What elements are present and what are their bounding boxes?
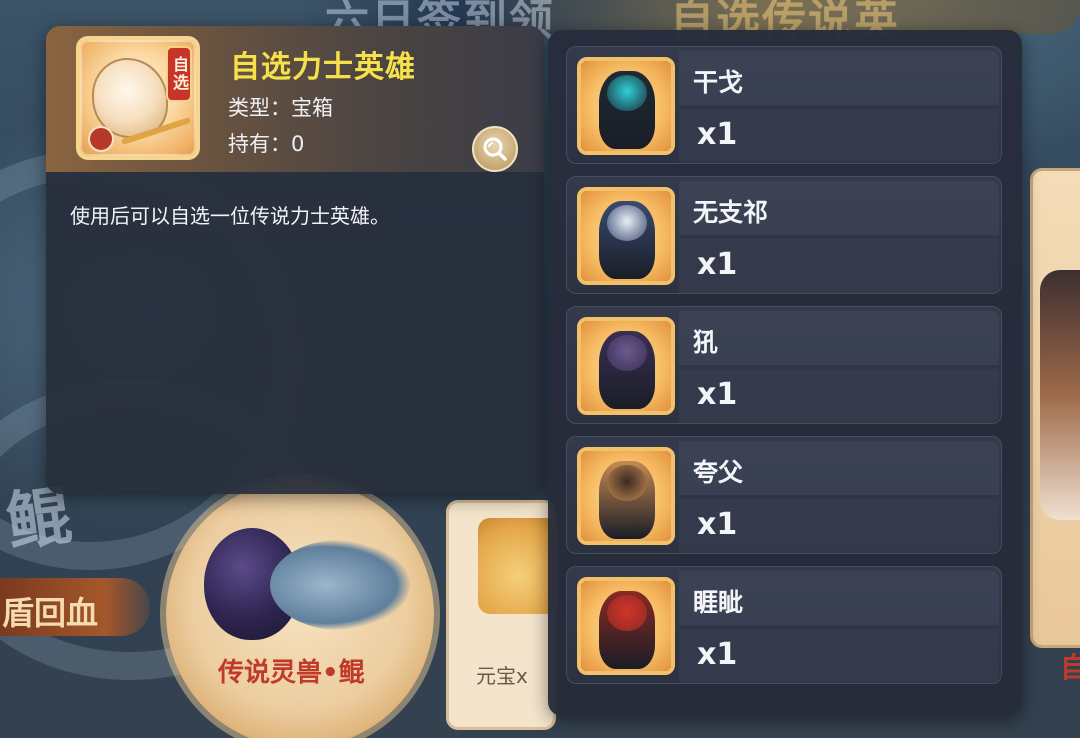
magnifier-icon	[483, 137, 507, 161]
hero-quantity: x1	[697, 117, 738, 152]
background-reward-card-label: 元宝x	[476, 664, 528, 688]
hero-head-image	[607, 75, 647, 111]
item-icon: 自选	[76, 36, 200, 160]
item-detail-header: 自选 自选力士英雄 类型：宝箱 持有：0	[46, 26, 544, 172]
background-right-hero-image	[1040, 270, 1080, 520]
self-select-tag: 自选	[166, 46, 192, 102]
hero-option-row[interactable]: 无支祁 x1	[566, 176, 1002, 294]
hero-portrait[interactable]	[577, 447, 675, 545]
item-detail-panel: 自选 自选力士英雄 类型：宝箱 持有：0 使用后可以自选一位传说力士英雄。	[46, 26, 544, 494]
hero-portrait[interactable]	[577, 57, 675, 155]
item-owned-count: 持有：0	[228, 132, 305, 156]
hero-quantity: x1	[697, 507, 738, 542]
item-type: 类型：宝箱	[228, 96, 333, 120]
preview-button[interactable]	[472, 126, 518, 172]
item-name: 自选力士英雄	[230, 50, 416, 85]
hero-portrait[interactable]	[577, 187, 675, 285]
hero-quantity: x1	[697, 247, 738, 282]
hero-head-image	[607, 335, 647, 371]
hero-option-row[interactable]: 干戈 x1	[566, 46, 1002, 164]
hero-head-image	[607, 595, 647, 631]
hero-option-row[interactable]: 犼 x1	[566, 306, 1002, 424]
hero-head-image	[607, 465, 647, 501]
kun-whale-image	[270, 540, 410, 630]
hero-choice-list: 干戈 x1 无支祁 x1 犼 x1 夸父 x1 睚眦 x1	[548, 30, 1022, 716]
legendary-beast-label: 传说灵兽•鲲	[218, 658, 365, 688]
hero-name: 夸父	[693, 458, 744, 487]
item-description: 使用后可以自选一位传说力士英雄。	[70, 204, 390, 228]
gold-ingot-icon	[478, 518, 558, 614]
background-left-tag-label: 盾回血	[2, 594, 99, 632]
hero-name: 干戈	[693, 68, 744, 97]
hero-name: 睚眦	[693, 588, 744, 617]
faction-emblem-icon	[88, 126, 114, 152]
hero-portrait[interactable]	[577, 317, 675, 415]
hero-quantity: x1	[697, 377, 738, 412]
hero-option-row[interactable]: 睚眦 x1	[566, 566, 1002, 684]
hero-name: 无支祁	[693, 198, 769, 227]
hero-name: 犼	[693, 328, 719, 357]
background-right-label: 自	[1060, 651, 1080, 684]
background-left-tag: 盾回血	[0, 578, 150, 636]
hero-option-row[interactable]: 夸父 x1	[566, 436, 1002, 554]
hero-portrait[interactable]	[577, 577, 675, 675]
hero-head-image	[607, 205, 647, 241]
row-name-band	[679, 311, 999, 365]
hero-quantity: x1	[697, 637, 738, 672]
